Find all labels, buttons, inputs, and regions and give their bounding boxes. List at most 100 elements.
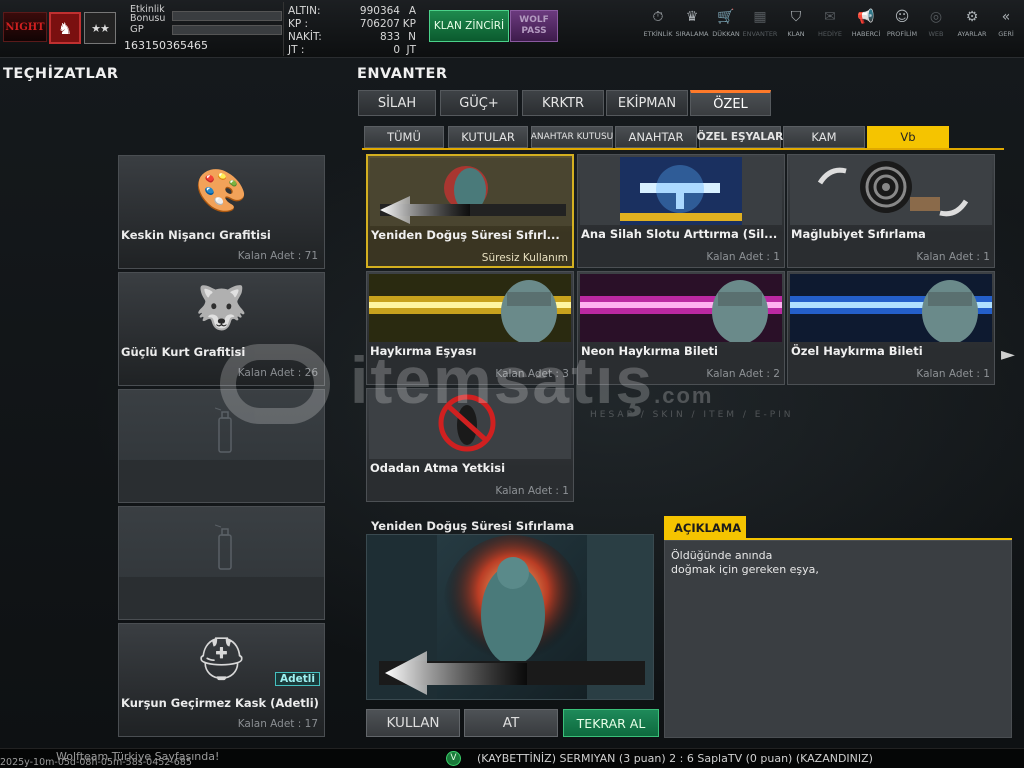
inventory-item-respawn-reset[interactable]: Yeniden Doğuş Süresi Sıfırl... Süresiz K…: [366, 154, 574, 268]
item-name: Mağlubiyet Sıfırlama: [791, 227, 926, 241]
shout-neon-icon: [580, 274, 782, 342]
respawn-reset-icon: [370, 158, 572, 226]
sniper-graffiti-icon: 🎨: [195, 166, 248, 215]
spray-can-icon: [215, 407, 232, 453]
item-name: Yeniden Doğuş Süresi Sıfırl...: [371, 228, 560, 242]
crown-icon: ♛: [685, 9, 699, 25]
rank-badge-icon[interactable]: ♞: [49, 12, 81, 44]
nav-back[interactable]: «GERİ: [988, 8, 1024, 52]
inventory-item-loss-reset[interactable]: Mağlubiyet Sıfırlama Kalan Adet : 1: [787, 154, 995, 268]
item-name: Ana Silah Slotu Arttırma (Sil...: [581, 227, 778, 241]
description-tab[interactable]: AÇIKLAMA: [664, 516, 746, 540]
profile-icon: ☺: [894, 9, 910, 25]
equip-count: Kalan Adet : 26: [237, 367, 318, 379]
preview-title: Yeniden Doğuş Süresi Sıfırlama: [371, 519, 575, 533]
event-bonus-bar: [172, 11, 282, 21]
subtab-underline: [362, 148, 1004, 150]
equip-count: Kalan Adet : 71: [237, 250, 318, 262]
nav-messenger[interactable]: 📢 HABERCİ: [848, 8, 884, 52]
inventory-item-special-shout[interactable]: Özel Haykırma Bileti Kalan Adet : 1: [787, 271, 995, 385]
shout-blue-icon: [790, 274, 992, 342]
subtab-etc[interactable]: Vb: [867, 126, 949, 148]
equip-name: Güçlü Kurt Grafitisi: [121, 345, 246, 359]
stopwatch-icon: ⏱: [652, 9, 664, 25]
subtab-all[interactable]: TÜMÜ: [364, 126, 444, 148]
item-count: Kalan Adet : 2: [706, 368, 780, 380]
megaphone-icon: 📢: [857, 9, 875, 25]
equip-slot-2[interactable]: 🐺 Güçlü Kurt Grafitisi Kalan Adet : 26: [118, 272, 325, 386]
target-icon: [790, 157, 992, 225]
nav-clan[interactable]: ⛉ KLAN: [778, 8, 814, 52]
item-name: Özel Haykırma Bileti: [791, 344, 923, 358]
gear-icon: ⚙: [965, 9, 979, 25]
wolf-pass-button[interactable]: WOLF PASS: [510, 10, 558, 42]
respawn-reset-large-icon: [367, 535, 653, 699]
inventory-item-main-slot[interactable]: Ana Silah Slotu Arttırma (Sil... Kalan A…: [577, 154, 785, 268]
stars-badge-icon: ★★: [84, 12, 116, 44]
subtab-cam[interactable]: KAM: [783, 126, 865, 148]
clan-chain-label: KLAN ZİNCİRİ: [433, 20, 505, 32]
subtab-key[interactable]: ANAHTAR: [615, 126, 697, 148]
currency-stats: ALTIN: 990364 A KP : 706207 KP NAKİT: 83…: [284, 5, 424, 56]
item-name: Neon Haykırma Bileti: [581, 344, 718, 358]
nav-gift[interactable]: ✉ HEDİYE: [812, 8, 848, 52]
equip-slot-4-empty[interactable]: [118, 506, 325, 620]
subtab-special-items[interactable]: ÖZEL EŞYALAR: [697, 126, 783, 148]
spray-can-icon: [215, 524, 232, 570]
shield-icon: ⛉: [790, 9, 802, 25]
nav-menu: ⏱ ETKİNLİK ♛ SIRALAMA 🛒 DÜKKAN ▦ ENVANTER ⛉ K…: [640, 8, 1024, 52]
subtab-key-box[interactable]: ANAHTAR KUTUSU: [531, 126, 613, 148]
nav-settings[interactable]: ⚙ AYARLAR: [954, 8, 990, 52]
preview-image: [366, 534, 654, 700]
slot-footer: [119, 460, 324, 502]
item-count: Kalan Adet : 1: [706, 251, 780, 263]
inventory-title: ENVANTER: [357, 66, 448, 82]
gp-bar: [172, 25, 282, 35]
bottom-ticker: Wolfteam Türkiye Sayfasında! 2025y-10m-0…: [0, 748, 1024, 768]
tab-power[interactable]: GÜÇ+: [440, 90, 518, 116]
use-button[interactable]: KULLAN: [366, 709, 460, 737]
stat-row-kp: KP : 706207 KP: [288, 18, 416, 30]
slot-footer: [119, 577, 324, 619]
tab-special[interactable]: ÖZEL: [690, 90, 771, 116]
tab-character[interactable]: KRKTR: [522, 90, 604, 116]
rebuy-button[interactable]: TEKRAR AL: [563, 709, 659, 737]
timestamp: 2025y-10m-05d-08h-05m-58s-0452-685: [0, 757, 192, 768]
scroll-right-arrow-icon[interactable]: ►: [1001, 344, 1015, 366]
item-count: Kalan Adet : 1: [495, 485, 569, 497]
item-count: Kalan Adet : 3: [495, 368, 569, 380]
item-count: Kalan Adet : 1: [916, 368, 990, 380]
nav-web[interactable]: ◎ WEB: [918, 8, 954, 52]
game-logo: NIGHT: [3, 12, 47, 42]
clan-chain-button[interactable]: KLAN ZİNCİRİ: [429, 10, 509, 42]
tab-weapon[interactable]: SİLAH: [358, 90, 436, 116]
inventory-item-neon-shout[interactable]: Neon Haykırma Bileti Kalan Adet : 2: [577, 271, 785, 385]
nav-event[interactable]: ⏱ ETKİNLİK: [640, 8, 676, 52]
description-box: Öldüğünde anında doğmak için gereken eşy…: [664, 540, 1012, 738]
subtab-boxes[interactable]: KUTULAR: [448, 126, 528, 148]
cart-icon: 🛒: [717, 9, 735, 25]
inventory-item-shout[interactable]: Haykırma Eşyası Kalan Adet : 3: [366, 271, 574, 385]
stat-row-jt: JT : 0 JT: [288, 44, 416, 56]
nav-shop[interactable]: 🛒 DÜKKAN: [708, 8, 744, 52]
item-count: Süresiz Kullanım: [481, 252, 568, 264]
equip-slot-5[interactable]: ⛑ Adetli Kurşun Geçirmez Kask (Adetli) K…: [118, 623, 325, 737]
nav-profile[interactable]: ☺ PROFİLİM: [884, 8, 920, 52]
equip-slot-3-empty[interactable]: [118, 389, 325, 503]
tab-equipment[interactable]: EKİPMAN: [606, 90, 688, 116]
user-id: 163150365465: [124, 39, 208, 52]
stat-row-cash: NAKİT: 833 N: [288, 31, 416, 43]
equip-slot-1[interactable]: 🎨 Keskin Nişancı Grafitisi Kalan Adet : …: [118, 155, 325, 269]
equipment-title: TEÇHİZATLAR: [3, 66, 119, 82]
inventory-item-kick[interactable]: Odadan Atma Yetkisi Kalan Adet : 1: [366, 388, 574, 502]
nav-inventory[interactable]: ▦ ENVANTER: [742, 8, 778, 52]
wolf-pass-label: WOLF PASS: [519, 15, 549, 36]
gift-icon: ✉: [824, 9, 836, 25]
description-text: Öldüğünde anında doğmak için gereken eşy…: [671, 549, 819, 576]
kick-icon: [369, 391, 571, 459]
top-bar: NIGHT ♞ ★★ Etkinlik Bonusu GP 1631503654…: [0, 0, 1024, 58]
nav-ranking[interactable]: ♛ SIRALAMA: [674, 8, 710, 52]
inventory-icon: ▦: [753, 9, 767, 25]
equip-name: Kurşun Geçirmez Kask (Adetli): [121, 696, 319, 710]
drop-button[interactable]: AT: [464, 709, 558, 737]
